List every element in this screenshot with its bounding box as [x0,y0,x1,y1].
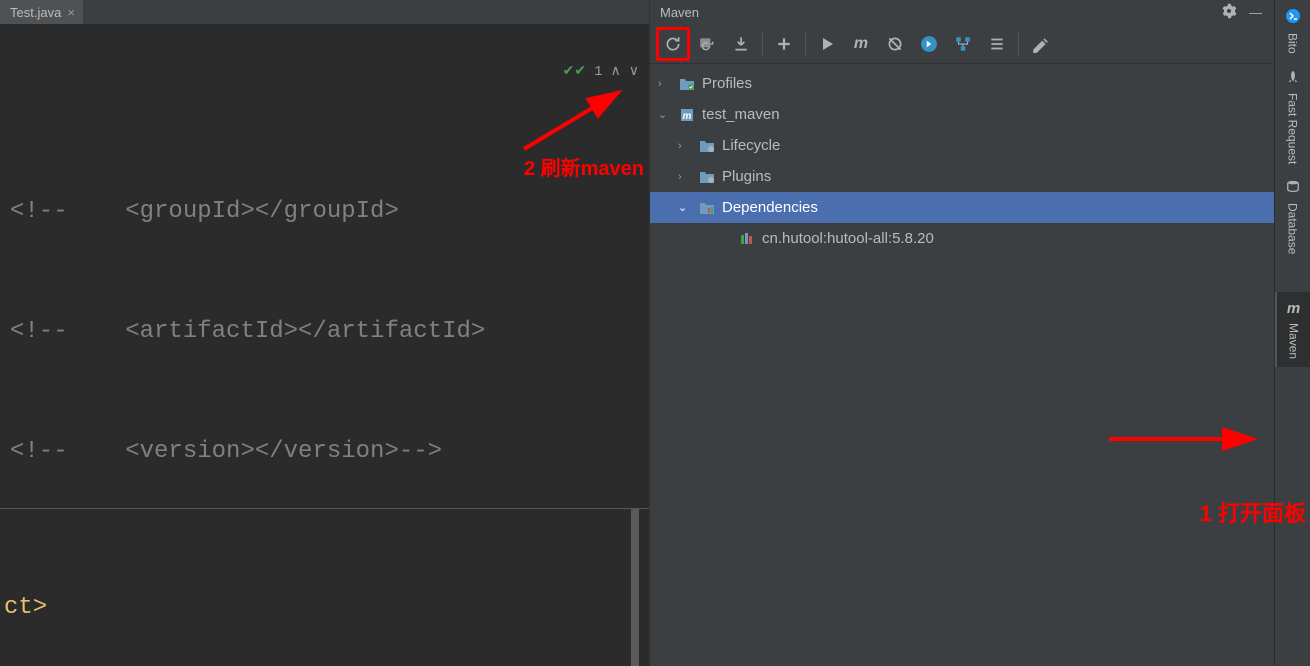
maven-panel: Maven — m [649,0,1274,666]
download-sources-button[interactable] [724,27,758,61]
tree-node-project[interactable]: ⌄ m test_maven [650,99,1274,130]
database-icon [1286,180,1300,197]
maven-icon: m [1287,300,1300,317]
folder-gear-icon [698,170,716,184]
tool-label: Database [1286,201,1300,254]
tree-label: cn.hutool:hutool-all:5.8.20 [762,230,934,247]
maven-module-icon: m [678,107,696,123]
chevron-right-icon: › [678,171,692,183]
tree-label: Lifecycle [722,137,780,154]
nav-up-icon[interactable]: ∧ [611,52,621,92]
nav-down-icon[interactable]: ∨ [629,52,639,92]
editor-area: Test.java × ✔✔ 1 ∧ ∨ <!-- <groupId></gro… [0,0,649,666]
problems-count: 1 [594,52,602,92]
tool-bito[interactable]: Bito [1275,0,1310,62]
toolbar-separator [1018,33,1019,55]
annotation-label-2: 2 刷新maven [524,149,644,189]
reload-button[interactable] [656,27,690,61]
minimize-icon[interactable]: — [1243,5,1268,20]
tree-label: test_maven [702,106,780,123]
code-text: <groupId></groupId> [125,198,399,225]
tool-maven[interactable]: m Maven [1275,292,1310,367]
folder-gear-icon [698,139,716,153]
code-text: <!-- [10,318,125,345]
bito-icon [1285,8,1301,27]
editor-tab-test-java[interactable]: Test.java × [0,0,83,24]
toolbar-separator [762,33,763,55]
toggle-skip-tests-button[interactable] [878,27,912,61]
code-text: <!-- [10,198,125,225]
tool-label: Maven [1287,321,1301,359]
close-icon[interactable]: × [67,5,75,20]
annotation-arrow-2 [514,84,634,159]
folder-icon [678,77,696,91]
tree-label: Plugins [722,168,771,185]
add-project-button[interactable] [767,27,801,61]
console-text: ct> [4,588,47,628]
gear-icon[interactable] [1215,3,1243,22]
rocket-icon [1286,70,1300,87]
chevron-right-icon: › [658,78,672,90]
editor-status-icons: ✔✔ 1 ∧ ∨ [563,52,639,92]
chevron-down-icon: ⌄ [678,201,692,214]
maven-panel-title: Maven [656,5,1215,20]
tool-fast-request[interactable]: Fast Request [1275,62,1310,172]
tool-label: Fast Request [1286,91,1300,164]
tree-node-profiles[interactable]: › Profiles [650,68,1274,99]
tool-label: Bito [1286,31,1300,54]
code-text: <artifactId></artifactId> [125,318,485,345]
code-editor[interactable]: ✔✔ 1 ∧ ∨ <!-- <groupId></groupId> <!-- <… [0,24,649,666]
tree-node-dependencies[interactable]: ⌄ Dependencies [650,192,1274,223]
execute-goal-button[interactable]: m [844,27,878,61]
tab-label: Test.java [10,5,61,20]
maven-panel-header: Maven — [650,0,1274,24]
console-panel: ct> [0,508,649,666]
toggle-offline-button[interactable] [912,27,946,61]
generate-sources-button[interactable] [690,27,724,61]
tree-node-lifecycle[interactable]: › Lifecycle [650,130,1274,161]
maven-toolbar: m [650,24,1274,64]
library-icon [738,232,756,246]
dependency-graph-button[interactable] [946,27,980,61]
right-tool-strip: Bito Fast Request Database m Maven [1274,0,1310,666]
maven-tree: › Profiles ⌄ m test_maven › Lifecycle › … [650,64,1274,666]
check-icon: ✔✔ [563,52,586,92]
svg-text:m: m [683,111,692,122]
folder-lib-icon [698,201,716,215]
settings-button[interactable] [1023,27,1057,61]
editor-tab-bar: Test.java × [0,0,649,24]
console-scrollbar[interactable] [631,509,639,666]
chevron-down-icon: ⌄ [658,108,672,121]
collapse-all-button[interactable] [980,27,1014,61]
tool-database[interactable]: Database [1275,172,1310,262]
toolbar-separator [805,33,806,55]
tree-node-dependency-hutool[interactable]: cn.hutool:hutool-all:5.8.20 [650,223,1274,254]
tree-node-plugins[interactable]: › Plugins [650,161,1274,192]
code-text: <version></version> [125,438,399,465]
code-text: <!-- [10,438,125,465]
tree-label: Profiles [702,75,752,92]
code-text: --> [399,438,442,465]
tree-label: Dependencies [722,199,818,216]
chevron-right-icon: › [678,140,692,152]
run-button[interactable] [810,27,844,61]
